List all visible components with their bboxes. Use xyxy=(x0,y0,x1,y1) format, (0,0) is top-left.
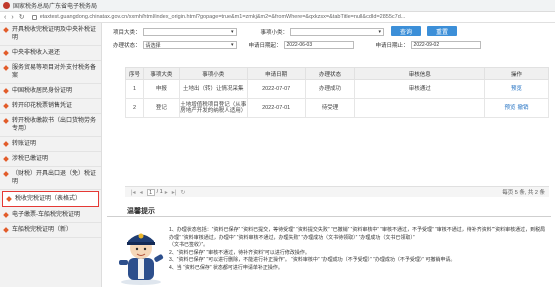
col-header-item: 事项小类 xyxy=(178,67,248,80)
police-mascot-icon xyxy=(119,233,164,285)
col-header-no: 序号 xyxy=(125,67,144,80)
bullet-diamond-icon xyxy=(3,88,9,94)
status-select[interactable]: 请选择 ▾ xyxy=(142,41,237,49)
revoke-link[interactable]: 撤销 xyxy=(518,105,529,111)
cell-item: 土地出（转）让情况采集 xyxy=(178,79,248,99)
cell-no: 1 xyxy=(125,79,144,99)
bullet-diamond-icon xyxy=(3,50,9,56)
sidebar-item-tax-clearance-table[interactable]: 税收完税证明（表格式） xyxy=(2,191,99,207)
hint-line-2: 2、“资料已保存” “审核不通过，待补齐资料”可以进行修改操作。 xyxy=(169,249,310,256)
col-header-category: 事项大类 xyxy=(142,67,180,80)
browser-titlebar: 国家税务总局广东省电子税务局 xyxy=(0,0,555,12)
prev-page-icon[interactable]: ◂ xyxy=(140,189,143,196)
sidebar-item-tax-paid-certificate[interactable]: 涉税已缴证明 xyxy=(0,152,101,167)
sidebar-item-transfer-certificate[interactable]: 转账证明 xyxy=(0,137,101,152)
sidebar-item-export-refund-certificate[interactable]: （财税）开具出口退（免）税证明 xyxy=(0,167,101,190)
preview-link[interactable]: 预览 xyxy=(511,86,522,92)
address-bar: ‹ › ↻ etaxtest.guangdong.chinatax.gov.cn… xyxy=(0,12,555,23)
url-field[interactable]: etaxtest.guangdong.chinatax.gov.cn/xxmh/… xyxy=(40,14,500,20)
cell-ops: 预览 撤销 xyxy=(484,98,549,118)
cell-status: 办理成功 xyxy=(304,79,356,99)
bullet-diamond-icon xyxy=(3,171,9,177)
sidebar-item-service-trade-filing[interactable]: 服务贸易等项目对外支付税务备案 xyxy=(0,61,101,84)
hint-line-1b: （文书已签收）”。 xyxy=(169,242,209,248)
table-row: 2 登记 土地增值税项目登记（从事房地产开发的纳税人适用） 2022-07-01… xyxy=(125,98,549,118)
hints-divider xyxy=(107,216,551,217)
bullet-diamond-icon xyxy=(3,141,9,147)
cell-date: 2022-07-07 xyxy=(246,79,306,99)
pagination-bar: |◂ ◂ 1 / 1 ▸ ▸| ↻ 每页 5 条, 共 2 条 xyxy=(125,186,549,197)
cell-no: 2 xyxy=(125,98,144,118)
bullet-diamond-icon xyxy=(3,118,9,124)
end-date-field[interactable]: 2022-09-02 xyxy=(410,41,481,49)
main-content: 项目大类： ▾ 事项小类： ▾ 办理状态： 请选择 ▾ 申请日期起： 2022-0… xyxy=(103,23,555,287)
browser-tab-title[interactable]: 国家税务总局广东省电子税务局 xyxy=(13,1,97,10)
lock-icon xyxy=(31,14,37,20)
sidebar: 开具税收完税证明及中央补税证明 中央非税收入退还 服务贸易等项目对外支付税务备案… xyxy=(0,23,102,287)
table-header-row: 序号 事项大类 事项小类 申请日期 办理状态 审核信息 操作 xyxy=(125,67,549,80)
reload-icon[interactable]: ↻ xyxy=(19,13,25,21)
col-header-audit: 审核信息 xyxy=(354,67,486,80)
cell-category: 申报 xyxy=(142,79,180,99)
start-date-field[interactable]: 2022-06-03 xyxy=(283,41,354,49)
sidebar-item-tax-clearance-central[interactable]: 开具税收完税证明及中央补税证明 xyxy=(0,23,101,46)
hint-line-3: 3、“资料已保存” “可以进行删除，不能进行补正操作”。 “资料审核中” “办理… xyxy=(169,257,456,263)
forward-arrow-icon[interactable]: › xyxy=(11,14,13,21)
first-page-icon[interactable]: |◂ xyxy=(131,189,136,196)
sidebar-item-vehicle-tax-new[interactable]: 车船税完税证明（新） xyxy=(0,223,101,238)
refresh-icon[interactable]: ↻ xyxy=(180,189,185,196)
bullet-diamond-icon xyxy=(6,196,12,202)
query-button[interactable]: 查询 xyxy=(391,26,421,36)
preview-link[interactable]: 预览 xyxy=(505,105,516,111)
hint-line-1: 1、办理状态包括：“资料已保存” “资料已提交，等待受理” “资料提交失败” “… xyxy=(169,227,546,241)
total-pages-label: / 1 xyxy=(156,189,163,195)
bullet-diamond-icon xyxy=(3,65,9,71)
cell-date: 2022-07-01 xyxy=(246,98,306,118)
bullet-diamond-icon xyxy=(3,156,9,162)
subcategory-select[interactable]: ▾ xyxy=(290,28,385,36)
chevron-down-icon: ▾ xyxy=(231,29,234,35)
cell-category: 登记 xyxy=(142,98,180,118)
hints-title: 温馨提示 xyxy=(127,208,155,215)
search-form: 项目大类： ▾ 事项小类： ▾ 办理状态： 请选择 ▾ 申请日期起： 2022-0… xyxy=(103,25,555,51)
form-row-1: 项目大类： ▾ 事项小类： ▾ xyxy=(113,27,385,37)
last-page-icon[interactable]: ▸| xyxy=(172,189,177,196)
page-number-input[interactable]: 1 xyxy=(146,188,155,196)
chevron-down-icon: ▾ xyxy=(231,42,234,48)
results-table: 序号 事项大类 事项小类 申请日期 办理状态 审核信息 操作 1 申报 土地出（… xyxy=(125,67,549,118)
col-header-ops: 操作 xyxy=(484,67,549,80)
sidebar-item-stamp-tax-voucher[interactable]: 转开印花税票销售凭证 xyxy=(0,99,101,114)
category-select[interactable]: ▾ xyxy=(142,28,237,36)
cell-audit xyxy=(354,98,486,118)
hint-line-4: 4、当 “资料已保存” 状态都可进行申请单补正操作。 xyxy=(169,264,283,271)
sidebar-item-export-payment-book[interactable]: 转开税收缴款书（出口货物劳务专用） xyxy=(0,114,101,137)
table-row: 1 申报 土地出（转）让情况采集 2022-07-07 办理成功 审核通过 预览 xyxy=(125,79,549,99)
reset-button[interactable]: 重置 xyxy=(427,26,457,36)
back-arrow-icon[interactable]: ‹ xyxy=(4,14,6,21)
cell-ops: 预览 xyxy=(484,79,549,99)
cell-item: 土地增值税项目登记（从事房地产开发的纳税人适用） xyxy=(178,98,248,118)
next-page-icon[interactable]: ▸ xyxy=(165,189,168,196)
bullet-diamond-icon xyxy=(3,27,9,33)
cell-status: 待受理 xyxy=(304,98,356,118)
form-row-2: 办理状态： 请选择 ▾ 申请日期起： 2022-06-03 申请日期止： 2022… xyxy=(113,40,481,50)
col-header-status: 办理状态 xyxy=(304,67,356,80)
sidebar-item-vehicle-tax-e-payment[interactable]: 电子缴票-车船税完税证明 xyxy=(0,208,101,223)
page-info-label: 每页 5 条, 共 2 条 xyxy=(502,190,545,196)
sidebar-item-tax-residency[interactable]: 中国税收居民身份证明 xyxy=(0,84,101,99)
col-header-date: 申请日期 xyxy=(246,67,306,80)
cell-audit: 审核通过 xyxy=(354,79,486,99)
hints-text: 1、办理状态包括：“资料已保存” “资料已提交，等待受理” “资料提交失败” “… xyxy=(169,227,549,272)
bullet-diamond-icon xyxy=(3,212,9,218)
site-favicon-icon xyxy=(3,2,10,9)
bullet-diamond-icon xyxy=(3,103,9,109)
chevron-down-icon: ▾ xyxy=(378,29,382,35)
sidebar-item-central-nontax-refund[interactable]: 中央非税收入退还 xyxy=(0,46,101,61)
bullet-diamond-icon xyxy=(3,227,9,233)
